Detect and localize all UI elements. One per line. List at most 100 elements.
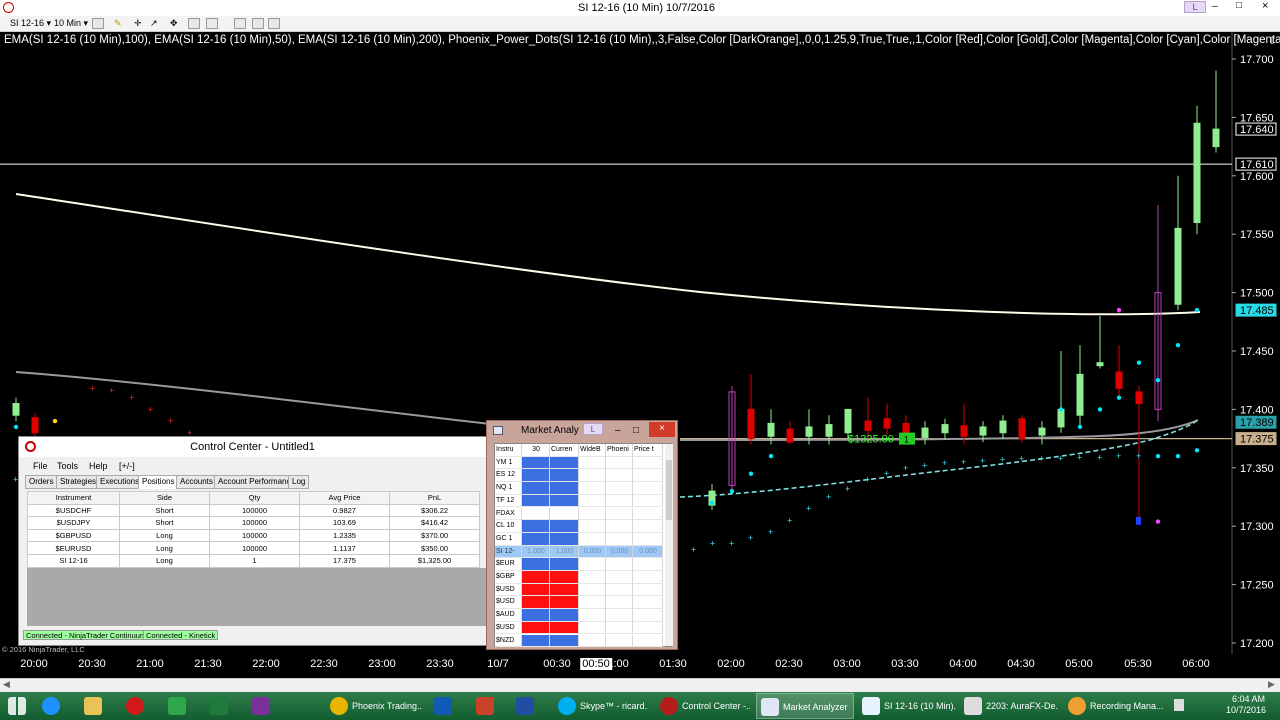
taskbar-skype[interactable]: Skype™ - ricard... [554, 693, 648, 719]
column-header[interactable]: Instru [495, 444, 522, 457]
table-row[interactable]: $EURUSD Long 100000 1.1137 $350.00 [27, 541, 480, 555]
column-header[interactable]: Qty [209, 491, 300, 505]
candle-body[interactable] [747, 408, 755, 440]
clock-date[interactable]: 10/7/2016 [1226, 705, 1266, 715]
menu-file[interactable]: File [33, 461, 48, 471]
position-pnl-label[interactable]: $1325.00 [848, 434, 894, 446]
menu-tools[interactable]: Tools [57, 461, 78, 471]
market-analyzer-row[interactable]: TF 12 [495, 494, 665, 508]
tab-account-performance[interactable]: Account Performance [214, 475, 299, 489]
column-header[interactable]: Side [119, 491, 210, 505]
market-analyzer-window[interactable]: Market Analy L – □ × Instru 30 Curren Wi… [486, 420, 678, 650]
candle-body[interactable] [883, 418, 891, 429]
column-header[interactable]: Price t [633, 444, 663, 457]
candle-body[interactable] [921, 427, 929, 438]
taskbar-excel[interactable] [206, 693, 240, 719]
candle-body[interactable] [1193, 122, 1201, 224]
tab-orders[interactable]: Orders [25, 475, 58, 489]
candle-body[interactable] [960, 425, 968, 437]
candle-body[interactable] [825, 424, 833, 437]
column-header[interactable]: Curren [550, 444, 579, 457]
table-row[interactable]: $USDJPY Short 100000 103.69 $416.42 [27, 516, 480, 530]
column-header[interactable]: Phoeni [606, 444, 633, 457]
system-tray-flag-icon[interactable] [1174, 699, 1184, 711]
market-analyzer-row[interactable]: $USD [495, 596, 665, 610]
maximize-button[interactable]: □ [1236, 0, 1248, 11]
candle-body[interactable] [805, 426, 813, 437]
candle-body[interactable] [1115, 371, 1123, 389]
start-button[interactable] [4, 693, 30, 719]
market-analyzer-row[interactable]: $AUD [495, 609, 665, 622]
minimize-button[interactable]: – [615, 421, 621, 441]
market-analyzer-row[interactable]: CL 10 [495, 520, 665, 533]
taskbar-recording-manager[interactable]: Recording Mana... [1064, 693, 1164, 719]
candle-body[interactable] [1174, 227, 1182, 305]
market-analyzer-badge[interactable]: L [583, 423, 603, 435]
maximize-button[interactable]: □ [633, 421, 639, 441]
column-header[interactable]: Instrument [27, 491, 120, 505]
tab-strategies[interactable]: Strategies [56, 475, 101, 489]
market-analyzer-row[interactable]: $GBP [495, 571, 665, 584]
market-analyzer-row[interactable]: GC 1 [495, 532, 665, 546]
candle-body[interactable] [979, 426, 987, 436]
candle-body[interactable] [864, 420, 872, 431]
close-button[interactable]: × [649, 422, 675, 437]
candle-body[interactable] [767, 422, 775, 437]
taskbar-control-center[interactable]: Control Center -... [656, 693, 750, 719]
strategies-icon[interactable] [252, 18, 264, 29]
panel-collapse-icon[interactable]: ⇧ [1268, 36, 1276, 47]
market-analyzer-grid[interactable]: Instru 30 Curren WideB Phoeni Price t YM… [494, 443, 673, 648]
move-icon[interactable]: ✥ [170, 17, 178, 30]
zoom-icon[interactable] [188, 18, 200, 29]
candle-body[interactable] [12, 403, 20, 416]
pencil-icon[interactable]: ✎ [114, 17, 122, 30]
column-header[interactable]: 30 [522, 444, 550, 457]
chart-scrollbar[interactable]: ◀ ▶ [0, 678, 1280, 692]
candle-body[interactable] [941, 424, 949, 434]
market-analyzer-row[interactable]: FDAX [495, 507, 665, 521]
close-button[interactable]: × [1262, 0, 1274, 12]
taskbar-chart[interactable]: SI 12-16 (10 Min)... [858, 693, 956, 719]
crosshair-icon[interactable]: ✛ [134, 17, 142, 30]
table-row[interactable]: $USDCHF Short 100000 0.9827 $306.22 [27, 503, 480, 518]
table-row[interactable]: $GBPUSD Long 100000 1.2335 $370.00 [27, 528, 480, 543]
taskbar-aurafx[interactable]: 2203: AuraFX-De... [960, 693, 1058, 719]
tab-executions[interactable]: Executions [96, 475, 144, 489]
market-analyzer-row[interactable]: SI 12- 1.000 1.000 0.000 0.000 0.000 [495, 545, 665, 559]
market-analyzer-row[interactable]: ES 12 [495, 469, 665, 483]
candle-body[interactable] [1096, 362, 1104, 367]
market-analyzer-row[interactable]: $EUR [495, 558, 665, 571]
market-analyzer-row[interactable]: NQ 1 [495, 482, 665, 495]
candle-body[interactable] [1212, 128, 1220, 148]
menu-help[interactable]: Help [89, 461, 108, 471]
market-analyzer-row[interactable]: $USD [495, 583, 665, 597]
vertical-scrollbar[interactable] [665, 444, 673, 646]
column-header[interactable]: WideB [579, 444, 606, 457]
scroll-thumb[interactable] [666, 460, 672, 520]
taskbar-calculator[interactable] [164, 693, 198, 719]
candle-body[interactable] [31, 417, 39, 434]
taskbar-outlook[interactable] [430, 693, 464, 719]
candle-body[interactable] [1076, 373, 1084, 416]
candle-body[interactable] [786, 428, 794, 443]
control-center-titlebar[interactable]: Control Center - Untitled1 [19, 437, 486, 457]
properties-icon[interactable] [206, 18, 218, 29]
taskbar-opera[interactable] [122, 693, 156, 719]
interval-selector[interactable]: 10 Min ▾ [54, 17, 88, 30]
market-analyzer-row[interactable]: $NZD [495, 634, 665, 648]
chart-trader-icon[interactable] [268, 18, 280, 29]
tab-log[interactable]: Log [288, 475, 310, 489]
candle-body[interactable] [1018, 418, 1026, 440]
scroll-left-icon[interactable]: ◀ [3, 679, 10, 690]
bar-type-icon[interactable] [92, 18, 104, 29]
candle-body[interactable] [844, 408, 852, 434]
taskbar-onenote[interactable] [248, 693, 282, 719]
column-header[interactable]: PnL [389, 491, 480, 505]
indicators-icon[interactable] [234, 18, 246, 29]
scroll-right-icon[interactable]: ▶ [1268, 679, 1275, 690]
pin-icon[interactable]: ↗ [150, 17, 158, 30]
taskbar-phoenix-trading[interactable]: Phoenix Trading... [326, 693, 422, 719]
menu-expand[interactable]: [+/-] [119, 461, 135, 471]
candle-body[interactable] [1038, 427, 1046, 436]
table-row[interactable]: SI 12-16 Long 1 17.375 $1,325.00 [27, 553, 480, 568]
